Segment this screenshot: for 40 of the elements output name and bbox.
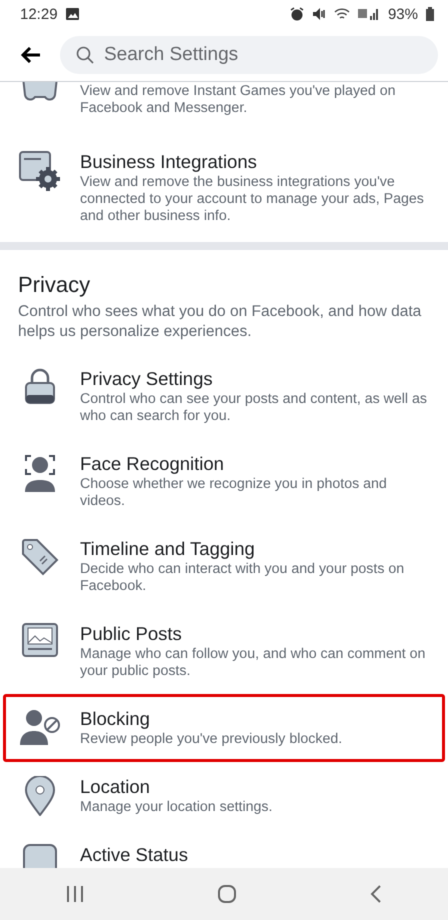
status-time: 12:29 — [20, 6, 58, 22]
search-field[interactable]: Search Settings — [60, 36, 438, 74]
search-icon — [76, 46, 94, 64]
signal-icon — [358, 7, 380, 21]
setting-title[interactable]: Business Integrations — [80, 151, 430, 173]
location-pin-icon — [24, 776, 56, 816]
setting-description: Control who can see your posts and content, as well as who can search for you. — [80, 391, 427, 425]
battery-icon — [426, 7, 434, 21]
mute-icon — [312, 7, 326, 21]
setting-title[interactable]: Active Status — [80, 844, 427, 866]
picture-frame-icon — [22, 623, 58, 657]
setting-title[interactable]: Location — [80, 776, 427, 798]
setting-description: Decide who can interact with you and your posts on Facebook. — [80, 561, 406, 595]
setting-title[interactable]: Privacy Settings — [80, 368, 427, 390]
blocked-person-icon — [19, 708, 61, 746]
back-arrow-icon — [21, 46, 41, 62]
setting-description: Review people you've previously blocked. — [80, 731, 344, 748]
section-heading: Privacy — [18, 272, 92, 298]
battery-percent: 93% — [388, 6, 418, 22]
wifi-icon — [334, 8, 350, 20]
face-scan-icon — [24, 453, 56, 493]
setting-description: Manage who can follow you, and who can comment on your public posts. — [80, 646, 426, 680]
chevron-left-icon — [370, 884, 382, 904]
setting-title[interactable]: Timeline and Tagging — [80, 538, 427, 560]
image-icon — [66, 8, 79, 20]
recent-apps-icon — [66, 886, 84, 902]
window-gear-icon — [19, 151, 61, 191]
setting-title[interactable]: Public Posts — [80, 623, 427, 645]
setting-description: View and remove Instant Games you've played on Facebook and Messenger. — [80, 83, 397, 117]
setting-title[interactable]: Blocking — [80, 708, 427, 730]
padlock-icon — [25, 368, 55, 404]
highlighted-setting-row[interactable]: Blocking Review people you've previously blocked. — [3, 694, 445, 762]
tag-icon — [21, 538, 59, 576]
setting-description: Choose whether we recognize you in photos and videos. — [80, 476, 388, 510]
setting-description: View and remove the business integrations you've connected to your account to manage your ads, Pages and other business info. — [80, 174, 425, 225]
home-icon — [216, 884, 237, 904]
setting-title[interactable]: Face Recognition — [80, 453, 427, 475]
section-description: Control who sees what you do on Facebook, and how data helps us personalize experiences. — [18, 302, 422, 342]
alarm-icon — [290, 7, 304, 21]
setting-description: Manage your location settings. — [80, 799, 274, 816]
